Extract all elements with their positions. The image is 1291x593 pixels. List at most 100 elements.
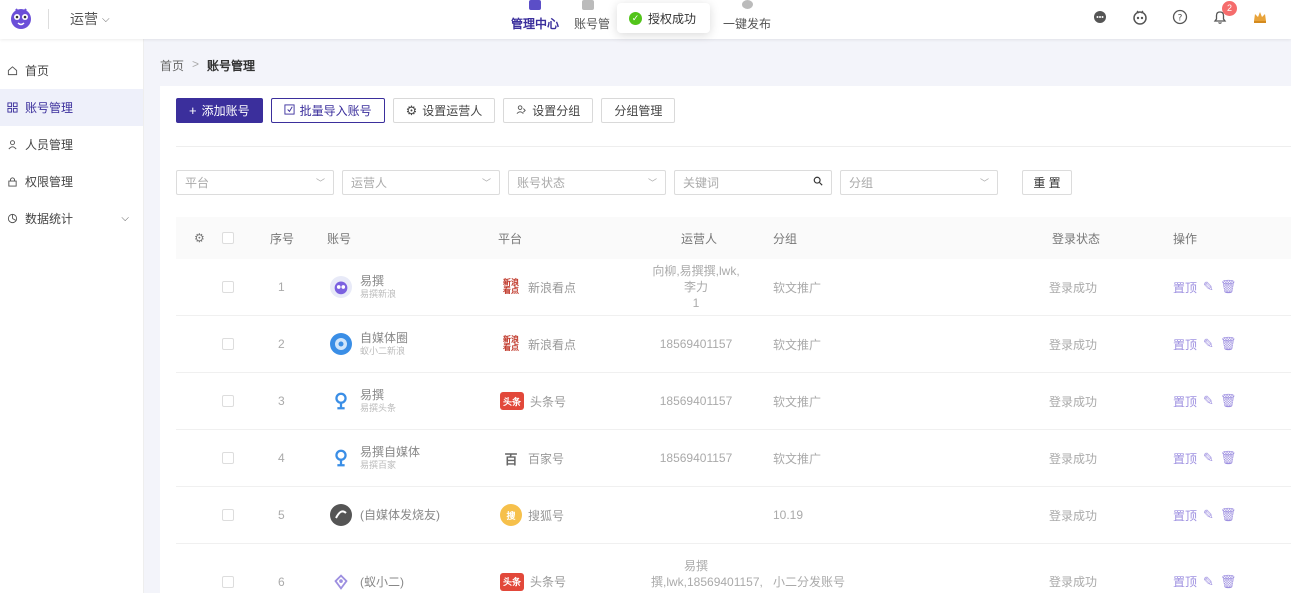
column-settings-icon[interactable]: ⚙ [194,231,205,245]
trash-icon[interactable]: 🗑 [1220,279,1237,295]
search-icon[interactable] [813,176,823,189]
table-row: 4 易撰自媒体 易撰百家 百 百家号 18569401157 软文推广 登录成功… [176,430,1291,487]
avatar [330,571,352,593]
set-operator-button[interactable]: ⚙ 设置运营人 [392,98,496,123]
login-status: 登录成功 [1049,337,1098,352]
trash-icon[interactable]: 🗑 [1220,507,1237,523]
account-name: (自媒体发烧友) [360,508,440,522]
group-cell: 10.19 [773,508,804,522]
pin-link[interactable]: 置顶 [1173,393,1197,410]
select-all-checkbox[interactable] [222,232,234,244]
edit-icon[interactable]: ✎ [1203,507,1214,523]
group-cell: 软文推广 [773,280,822,295]
row-checkbox[interactable] [222,509,234,521]
sidebar-item-home[interactable]: 首页 [0,52,143,89]
sidebar-item-accounts[interactable]: 账号管理 [0,89,143,126]
account-name: 易撰自媒体 [360,445,421,459]
check-circle-icon: ✓ [629,11,642,25]
avatar [330,276,352,298]
account-icon [582,0,594,10]
platform-cell: 头条 头条号 [500,572,566,591]
batch-import-button[interactable]: 批量导入账号 [270,98,385,123]
account-cell: 易撰 易撰新浪 [330,274,396,300]
chevron-down-icon: ﹀ [481,178,491,188]
logo-icon[interactable] [8,5,34,31]
trash-icon[interactable]: 🗑 [1220,450,1237,466]
user-icon [6,139,18,151]
crown-icon[interactable] [1249,6,1271,28]
trash-icon[interactable]: 🗑 [1220,393,1237,409]
group-manage-button[interactable]: 分组管理 [601,98,676,123]
nav-account-manage[interactable]: 账号管 [570,0,612,39]
bell-icon[interactable]: 2 [1209,1,1237,28]
row-actions: 置顶 ✎ 🗑 [1173,393,1236,410]
status-select[interactable]: 账号状态 ﹀ [508,170,666,195]
login-status: 登录成功 [1049,394,1098,409]
toolbar-divider [176,146,1291,147]
sidebar-item-label: 数据统计 [25,212,74,226]
row-index: 5 [278,508,285,522]
row-index: 2 [278,337,285,351]
accounts-table: ⚙ 序号 账号 平台 运营人 分组 登录状态 操作 1 易撰 易撰新浪 新浪 看… [176,217,1291,593]
trash-icon[interactable]: 🗑 [1220,574,1237,590]
sidebar-item-statistics[interactable]: 数据统计 ⌵ [0,200,143,237]
sina-logo-icon: 新浪 看点 [500,278,522,296]
nav-management-center[interactable]: 管理中心 [500,0,570,39]
pin-link[interactable]: 置顶 [1173,450,1197,467]
breadcrumb-separator: > [192,57,200,71]
account-subname: 蚁小二新浪 [360,346,406,356]
select-placeholder: 账号状态 [517,176,566,190]
table-header: ⚙ 序号 账号 平台 运营人 分组 登录状态 操作 [176,217,1291,259]
edit-icon[interactable]: ✎ [1203,336,1214,352]
header-index: 序号 [270,231,295,246]
lock-icon [6,176,18,188]
row-checkbox[interactable] [222,395,234,407]
avatar [330,447,352,469]
edit-icon[interactable]: ✎ [1203,393,1214,409]
platform-name: 新浪看点 [528,280,577,295]
add-account-button[interactable]: + 添加账号 [176,98,263,123]
row-checkbox[interactable] [222,575,234,588]
edit-icon[interactable]: ✎ [1203,450,1214,466]
pin-link[interactable]: 置顶 [1173,507,1197,524]
row-checkbox[interactable] [222,452,234,464]
platform-cell: 百 百家号 [500,449,564,467]
row-checkbox[interactable] [222,338,234,350]
breadcrumb-current: 账号管理 [207,59,256,73]
set-group-button[interactable]: 设置分组 [503,98,594,123]
trash-icon[interactable]: 🗑 [1220,336,1237,352]
operator-select[interactable]: 运营人 ﹀ [342,170,500,195]
robot-icon[interactable] [1129,6,1151,28]
nav-one-click-publish[interactable]: 一键发布 [712,0,782,39]
row-checkbox[interactable] [222,281,234,293]
account-name: 易撰 [360,274,385,288]
help-icon[interactable]: ? [1169,6,1191,28]
operator-text: 1 [692,296,700,310]
row-actions: 置顶 ✎ 🗑 [1173,573,1236,590]
account-cell: 自媒体圈 蚁小二新浪 [330,331,408,357]
success-toast: ✓ 授权成功 [617,3,711,33]
operator-text: 撰,lwk,18569401157, [651,575,763,589]
header-actions: ? 2 [1089,1,1271,28]
group-cell: 软文推广 [773,451,822,466]
button-label: 设置分组 [532,104,581,118]
button-label: 设置运营人 [422,104,483,118]
sidebar-item-users[interactable]: 人员管理 [0,126,143,163]
platform-select[interactable]: 平台 ﹀ [176,170,334,195]
pin-link[interactable]: 置顶 [1173,573,1197,590]
sidebar-item-permissions[interactable]: 权限管理 [0,163,143,200]
pin-link[interactable]: 置顶 [1173,336,1197,353]
row-index: 1 [278,280,285,294]
platform-cell: 搜 搜狐号 [500,504,564,526]
reset-button[interactable]: 重 置 [1022,170,1072,195]
keyword-input[interactable]: 关键词 [674,170,832,195]
workspace-label: 运营 [70,11,98,27]
breadcrumb-home[interactable]: 首页 [160,57,184,74]
workspace-switcher[interactable]: 运营 ⌵ [70,9,110,29]
chat-icon[interactable] [1089,6,1111,28]
pin-link[interactable]: 置顶 [1173,279,1197,296]
account-subname: 易撰新浪 [360,289,397,299]
group-select[interactable]: 分组 ﹀ [840,170,998,195]
edit-icon[interactable]: ✎ [1203,574,1214,590]
edit-icon[interactable]: ✎ [1203,279,1214,295]
